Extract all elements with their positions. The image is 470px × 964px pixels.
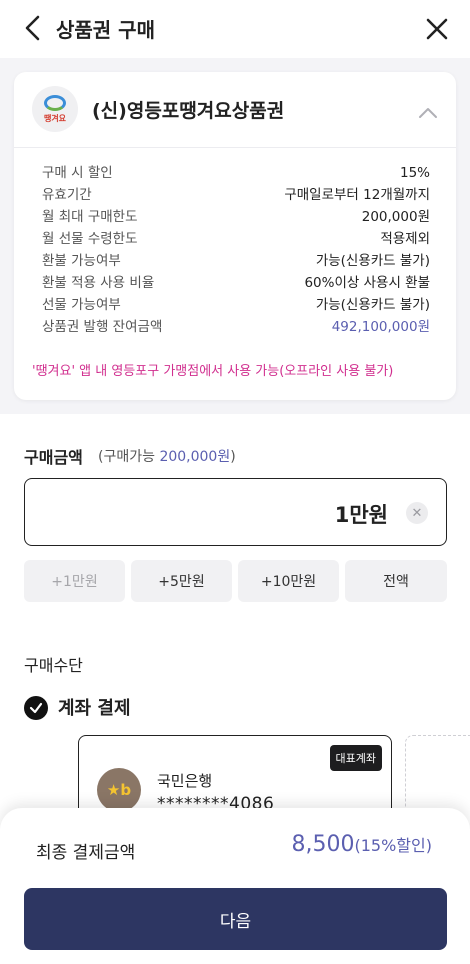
voucher-logo: 땡겨요: [32, 86, 78, 132]
page-title: 상품권 구매: [56, 18, 155, 42]
usage-notice: '땡겨요' 앱 내 영등포구 가맹점에서 사용 가능(오프라인 사용 불가): [32, 364, 394, 379]
info-row-refund-ratio: 환불 적용 사용 비율 60%이상 사용시 환불: [42, 272, 430, 294]
quick-add-50k-button[interactable]: +5만원: [131, 560, 232, 602]
check-mark-icon: [29, 702, 43, 714]
info-label: 월 최대 구매한도: [42, 209, 138, 225]
voucher-name: (신)영등포땡겨요상품권: [92, 100, 285, 122]
voucher-card: 땡겨요 (신)영등포땡겨요상품권 구매 시 할인 15% 유효기간 구매일로부터…: [14, 72, 456, 400]
info-label: 상품권 발행 잔여금액: [42, 319, 163, 335]
app-header: 상품권 구매: [0, 0, 470, 58]
info-row-discount: 구매 시 할인 15%: [42, 162, 430, 184]
info-row-refundable: 환불 가능여부 가능(신용카드 불가): [42, 250, 430, 272]
final-amount: 8,500 (15%할인): [292, 832, 432, 857]
clear-icon[interactable]: ✕: [406, 502, 428, 524]
info-value: 60%이상 사용시 환불: [304, 275, 430, 291]
quick-full-amount-button[interactable]: 전액: [345, 560, 447, 602]
info-value: 적용제외: [380, 231, 430, 247]
payment-summary-sheet: 최종 결제금액 8,500 (15%할인) 다음: [0, 808, 470, 964]
info-label: 환불 가능여부: [42, 253, 121, 269]
voucher-info-list: 구매 시 할인 15% 유효기간 구매일로부터 12개월까지 월 최대 구매한도…: [42, 162, 430, 338]
quick-add-100k-button[interactable]: +10만원: [238, 560, 339, 602]
info-label: 선물 가능여부: [42, 297, 121, 313]
info-row-monthly-limit: 월 최대 구매한도 200,000원: [42, 206, 430, 228]
payment-method-title: 구매수단: [24, 656, 83, 675]
info-value: 가능(신용카드 불가): [315, 297, 430, 313]
info-value: 가능(신용카드 불가): [315, 253, 430, 269]
info-label: 환불 적용 사용 비율: [42, 275, 155, 291]
info-row-giftable: 선물 가능여부 가능(신용카드 불가): [42, 294, 430, 316]
purchase-limit-prefix: (구매가능: [98, 449, 160, 465]
purchase-limit: (구매가능 200,000원): [98, 446, 236, 466]
chevron-up-icon[interactable]: [418, 106, 438, 120]
quick-add-10k-button[interactable]: +1만원: [24, 560, 125, 602]
purchase-limit-value: 200,000원: [159, 449, 231, 465]
info-value: 492,100,000원: [331, 319, 430, 335]
purchase-amount-title: 구매금액: [24, 448, 83, 467]
voucher-card-header[interactable]: 땡겨요 (신)영등포땡겨요상품권: [14, 72, 456, 148]
kb-bank-logo-icon: ★b: [97, 768, 141, 812]
bank-name: 국민은행: [157, 772, 213, 790]
discount-label: (15%할인): [354, 836, 433, 855]
next-button[interactable]: 다음: [24, 888, 447, 950]
info-value: 구매일로부터 12개월까지: [284, 187, 430, 203]
logo-ring-icon: [44, 94, 66, 111]
final-amount-value: 8,500: [291, 832, 355, 857]
purchase-limit-suffix: ): [230, 449, 236, 465]
voucher-logo-text: 땡겨요: [43, 113, 67, 123]
info-label: 유효기간: [42, 187, 92, 203]
final-amount-label: 최종 결제금액: [36, 843, 136, 863]
amount-input[interactable]: 1만원 ✕: [24, 478, 447, 546]
info-row-validity: 유효기간 구매일로부터 12개월까지: [42, 184, 430, 206]
amount-value: 1만원: [334, 503, 388, 527]
info-row-remaining-amount: 상품권 발행 잔여금액 492,100,000원: [42, 316, 430, 338]
chevron-left-icon[interactable]: [18, 12, 50, 44]
info-value: 15%: [399, 165, 430, 181]
info-row-gift-limit: 월 선물 수령한도 적용제외: [42, 228, 430, 250]
voucher-section: 땡겨요 (신)영등포땡겨요상품권 구매 시 할인 15% 유효기간 구매일로부터…: [0, 58, 470, 414]
info-label: 구매 시 할인: [42, 165, 113, 181]
check-icon[interactable]: [24, 696, 48, 720]
info-value: 200,000원: [361, 209, 430, 225]
primary-account-badge: 대표계좌: [329, 745, 382, 771]
account-payment-label[interactable]: 계좌 결제: [58, 694, 131, 720]
info-label: 월 선물 수령한도: [42, 231, 138, 247]
close-icon[interactable]: [420, 12, 454, 46]
